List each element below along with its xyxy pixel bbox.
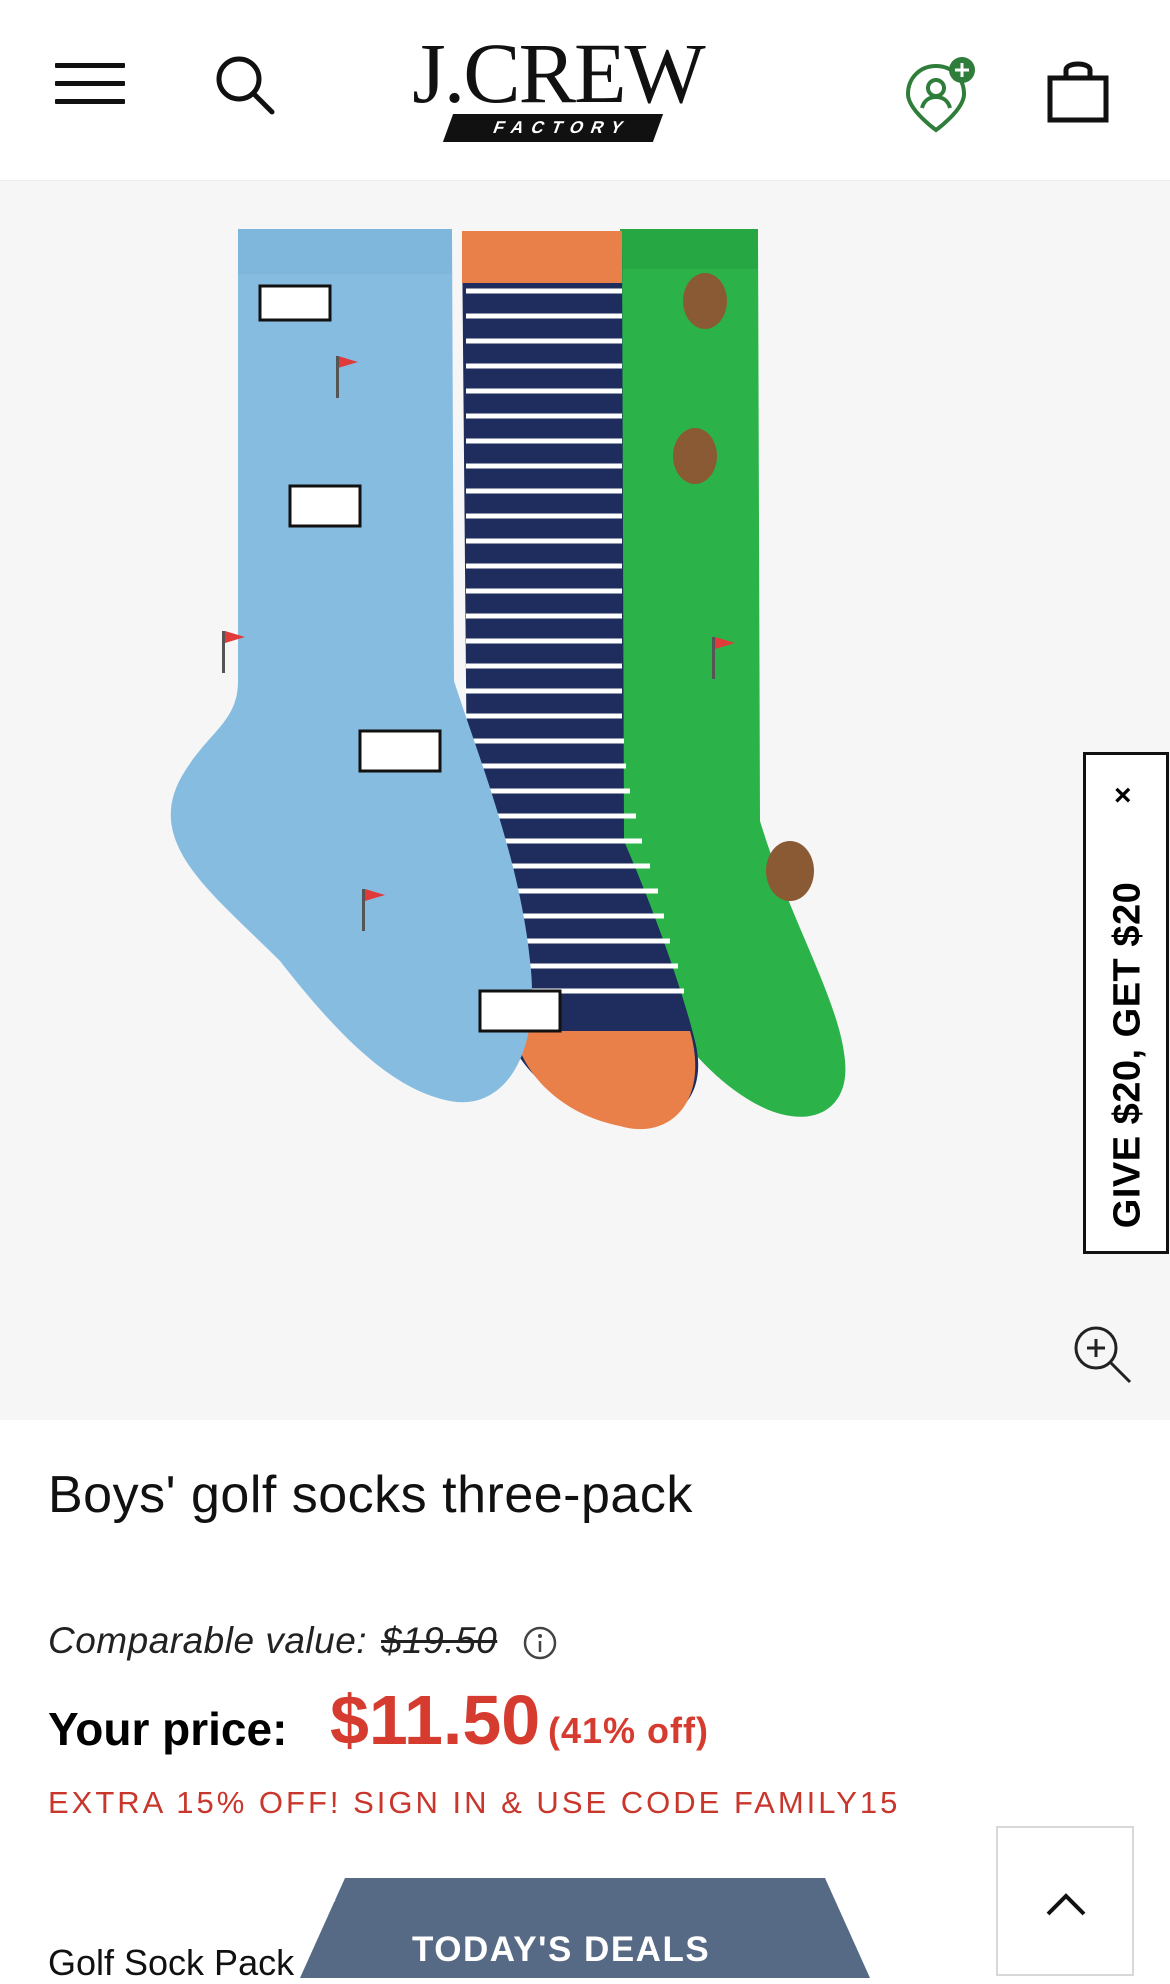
referral-promo-text: GIVE $20, GET $20 [1106,881,1149,1229]
chevron-up-icon [304,1885,336,1904]
close-icon[interactable]: × [1114,781,1132,811]
chevron-up-icon [1046,1893,1086,1916]
product-image[interactable] [0,181,1170,1420]
info-icon[interactable] [522,1625,558,1661]
your-price-label: Your price: [48,1703,288,1755]
site-header: J.CREW FACTORY [0,0,1170,181]
todays-deals-button[interactable]: TODAY'S DEALS [300,1878,870,1978]
store-locator-icon[interactable] [900,54,980,134]
menu-icon[interactable] [55,63,125,105]
discount-percent: (41% off) [548,1710,709,1751]
logo-sub-text: FACTORY [442,114,664,142]
logo-main-text: J.CREW [412,25,705,121]
search-icon[interactable] [212,52,276,116]
referral-promo-tab[interactable]: × GIVE $20, GET $20 [1083,752,1169,1254]
comparable-label: Comparable value: [48,1620,368,1661]
extra-promo-text[interactable]: EXTRA 15% OFF! SIGN IN & USE CODE FAMILY… [48,1785,900,1821]
variant-label: Golf Sock Pack [48,1942,295,1983]
socks-illustration [170,229,846,1130]
shopping-bag-icon[interactable] [1044,56,1114,126]
todays-deals-label: TODAY'S DEALS [412,1930,711,1969]
zoom-icon[interactable] [1070,1322,1134,1386]
product-title: Boys' golf socks three-pack [48,1466,693,1524]
sale-price: $11.50 [330,1681,541,1759]
comparable-value: Comparable value: $19.50 [48,1620,558,1662]
comparable-price: $19.50 [381,1620,498,1661]
jcrew-factory-logo[interactable]: J.CREW FACTORY [408,30,708,150]
back-to-top-button[interactable] [996,1826,1134,1976]
